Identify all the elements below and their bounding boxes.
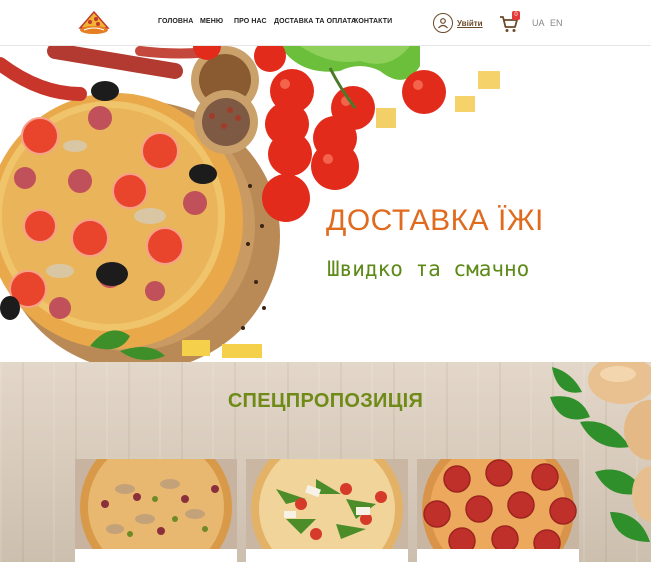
login-button[interactable]: Увійти — [433, 13, 483, 33]
special-card[interactable] — [75, 459, 237, 562]
pizza-mushroom-image — [75, 459, 237, 549]
nav-item-about[interactable]: ПРО НАС — [234, 18, 267, 25]
special-card[interactable] — [246, 459, 408, 562]
nav-item-home[interactable]: ГОЛОВНА — [158, 18, 193, 25]
cart-count-badge: 0 — [512, 11, 520, 20]
hero-banner: ДОСТАВКА ЇЖІ Швидко та смачно — [0, 46, 651, 362]
nav-item-menu[interactable]: МЕНЮ — [200, 18, 223, 25]
nav-item-delivery[interactable]: ДОСТАВКА ТА ОПЛАТА — [274, 18, 356, 25]
user-icon — [433, 13, 453, 33]
hero-title: ДОСТАВКА ЇЖІ — [326, 204, 544, 237]
specials-title: СПЕЦПРОПОЗИЦІЯ — [227, 390, 424, 412]
site-header: ГОЛОВНА МЕНЮ ПРО НАС ДОСТАВКА ТА ОПЛАТА … — [0, 0, 651, 46]
pizza-pepperoni-image — [417, 459, 579, 549]
lang-en-link[interactable]: EN — [550, 18, 563, 28]
nav-item-contacts[interactable]: КОНТАКТИ — [354, 18, 392, 25]
lang-ua-link[interactable]: UA — [532, 18, 545, 28]
specials-section: СПЕЦПРОПОЗИЦІЯ — [0, 362, 651, 562]
pizza-arugula-image — [246, 459, 408, 549]
hero-subtitle: Швидко та смачно — [327, 257, 530, 281]
logo-icon[interactable] — [76, 8, 112, 36]
special-card[interactable] — [417, 459, 579, 562]
login-label: Увійти — [457, 18, 483, 28]
